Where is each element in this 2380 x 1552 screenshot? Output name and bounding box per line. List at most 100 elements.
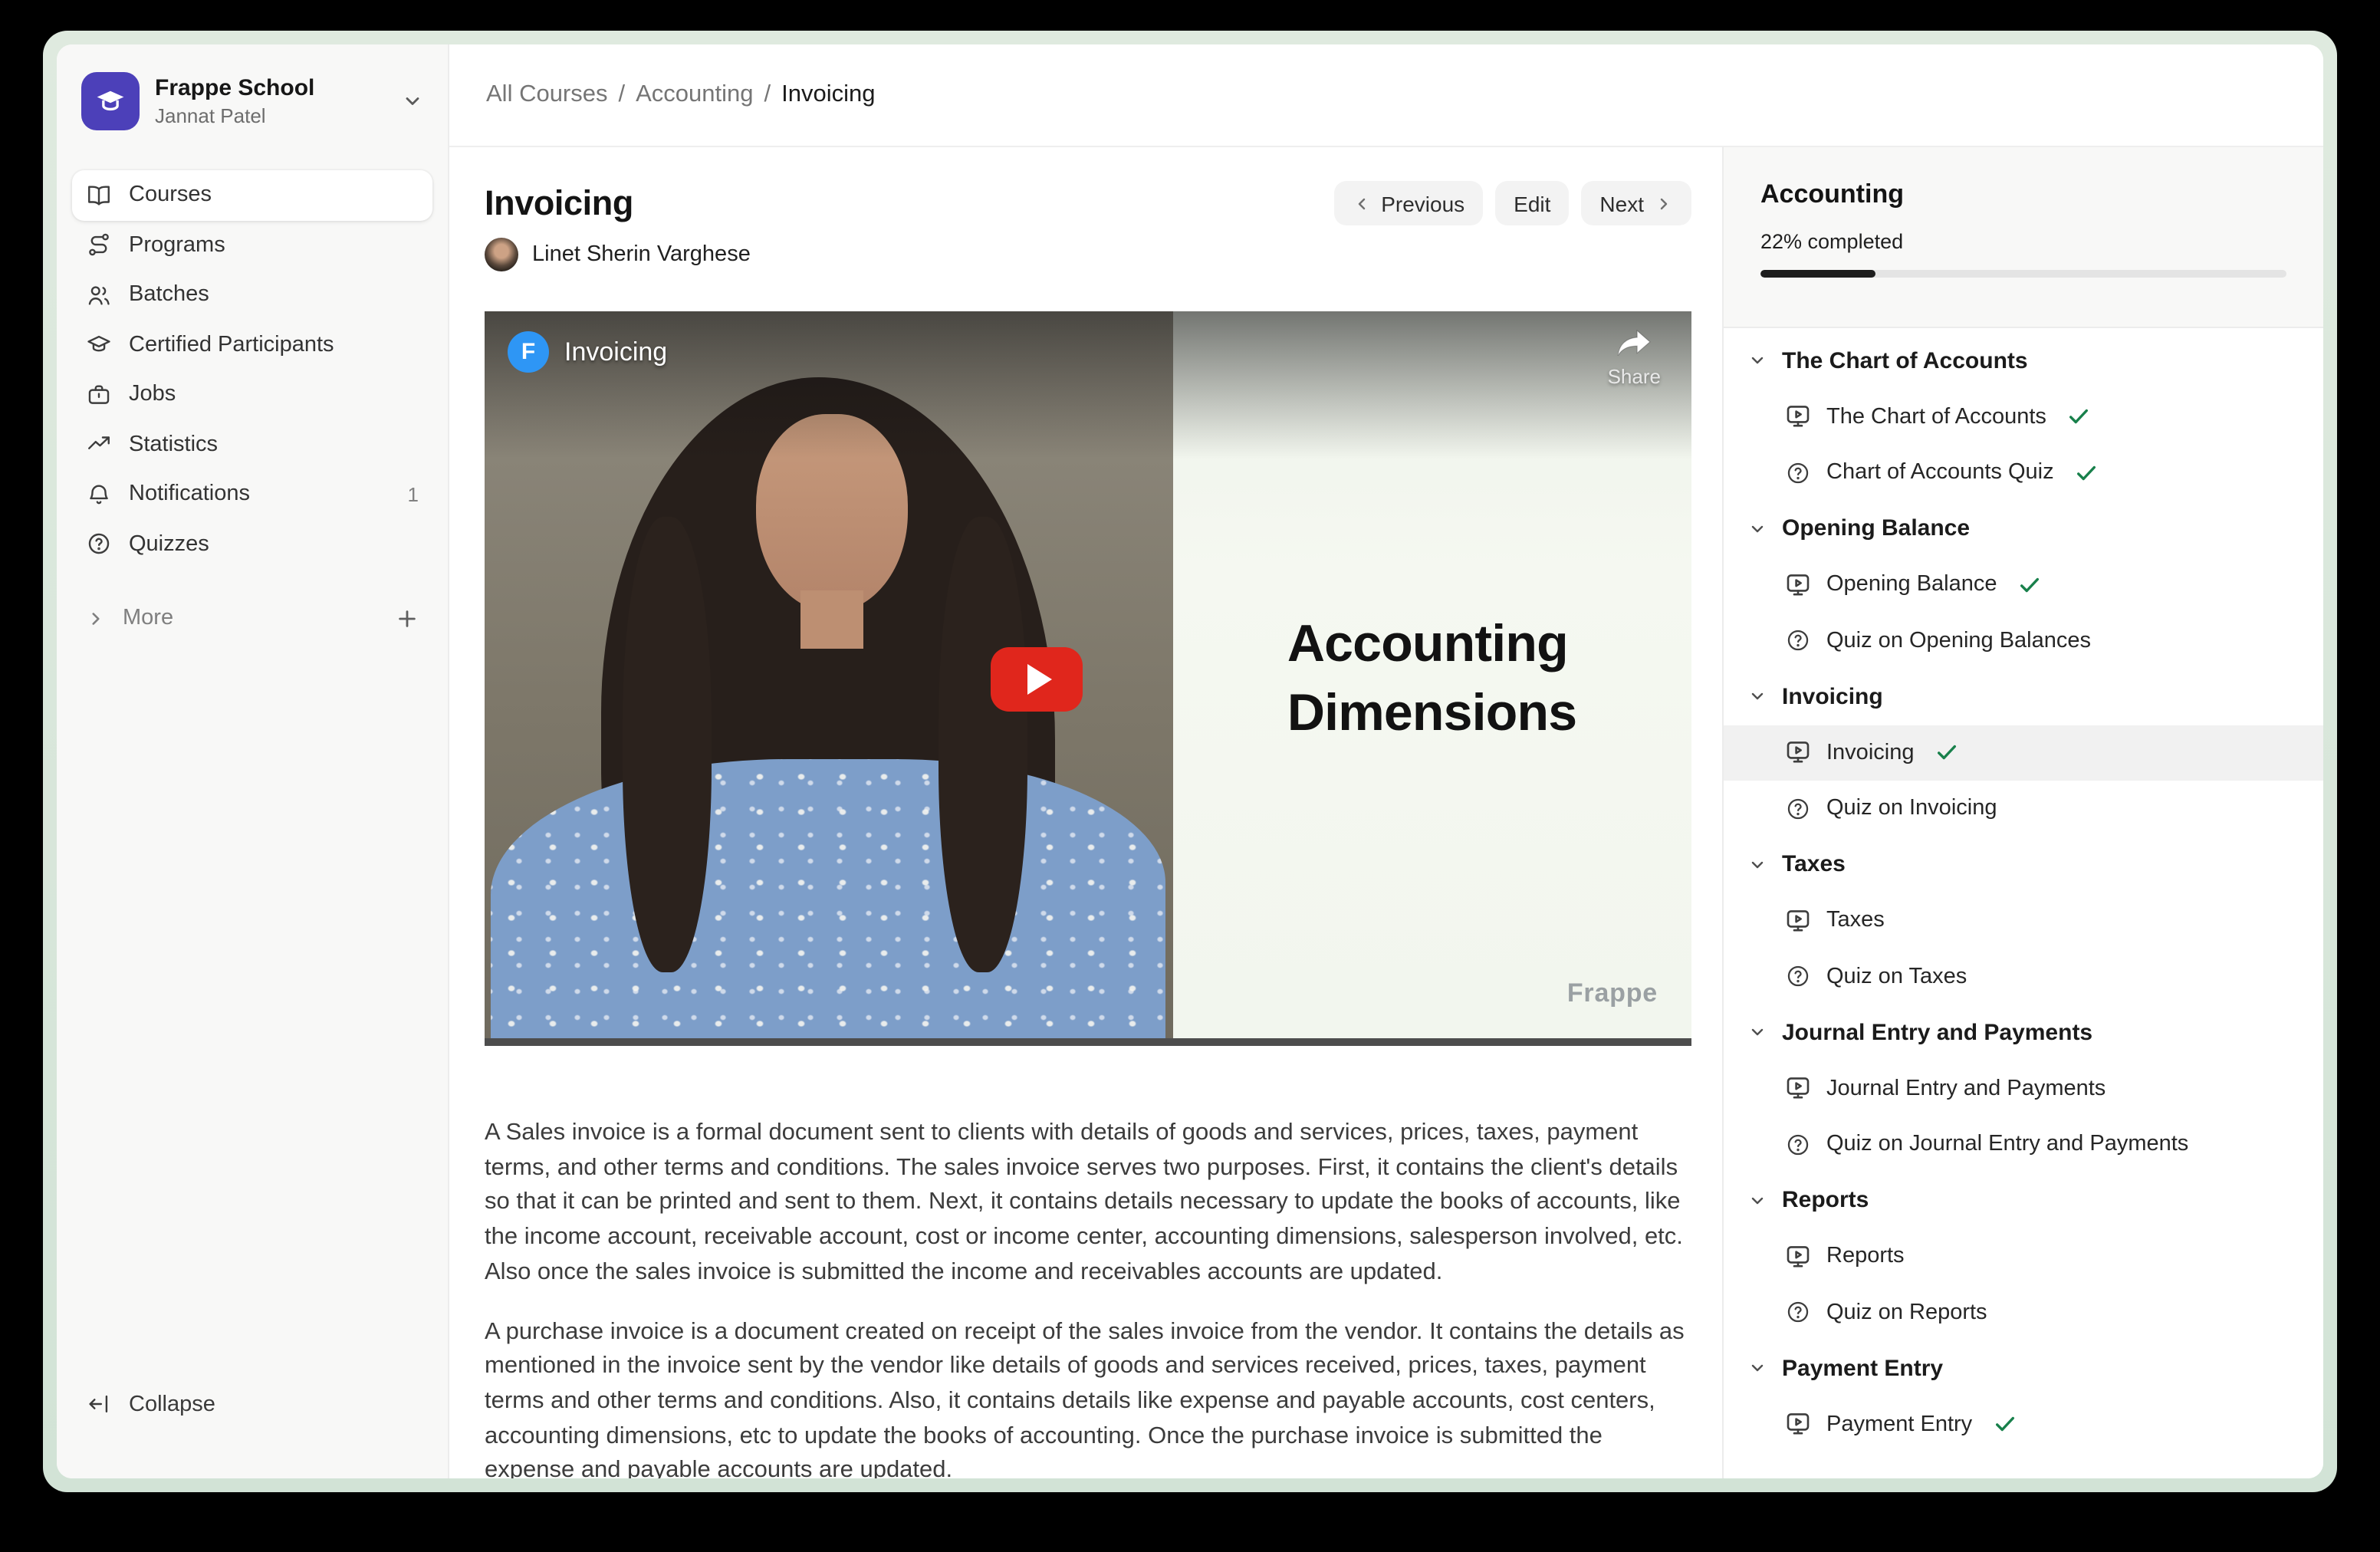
next-button[interactable]: Next xyxy=(1581,181,1691,225)
video-progress-bar[interactable] xyxy=(485,1038,1691,1046)
outline-lesson[interactable]: Quiz on Invoicing xyxy=(1724,781,2323,837)
monitor-play-icon xyxy=(1785,1244,1811,1270)
content-column: All Courses / Accounting / Invoicing Inv… xyxy=(449,44,2323,1478)
outline-section-invoicing[interactable]: Invoicing xyxy=(1724,669,2323,725)
outline-lesson[interactable]: Reports xyxy=(1724,1228,2323,1284)
collapse-left-icon xyxy=(86,1391,112,1417)
outline-lesson[interactable]: Journal Entry and Payments xyxy=(1724,1060,2323,1116)
sidebar-item-jobs[interactable]: Jobs xyxy=(72,370,432,419)
chevron-down-icon xyxy=(1748,856,1767,874)
briefcase-icon xyxy=(86,382,112,408)
lesson-paragraph-2: A purchase invoice is a document created… xyxy=(485,1315,1691,1478)
trending-up-icon xyxy=(86,432,112,458)
chevron-left-icon xyxy=(1352,194,1370,212)
outline-lesson-current[interactable]: Invoicing xyxy=(1724,725,2323,781)
channel-logo[interactable]: F xyxy=(508,331,549,373)
chevron-down-icon xyxy=(1748,520,1767,538)
monitor-play-icon xyxy=(1785,404,1811,430)
outline-lesson[interactable]: Quiz on Taxes xyxy=(1724,949,2323,1005)
graduation-cap-icon xyxy=(86,332,112,358)
breadcrumb-course[interactable]: Accounting xyxy=(636,81,753,109)
outline-lesson[interactable]: Quiz on Opening Balances xyxy=(1724,613,2323,669)
sidebar-item-quizzes[interactable]: Quizzes xyxy=(72,519,432,569)
chevron-down-icon[interactable] xyxy=(402,90,423,112)
outline-lesson[interactable]: Opening Balance xyxy=(1724,557,2323,613)
presenter-blouse xyxy=(491,759,1165,1046)
outline-lesson[interactable]: The Chart of Accounts xyxy=(1724,389,2323,445)
outline-section-chart-of-accounts[interactable]: The Chart of Accounts xyxy=(1724,333,2323,389)
quiz-icon xyxy=(1785,1300,1811,1326)
outline-lesson[interactable]: Taxes xyxy=(1724,893,2323,949)
outline-lesson[interactable]: Chart of Accounts Quiz xyxy=(1724,445,2323,501)
next-label: Next xyxy=(1599,191,1644,215)
outline-section-journal-entry[interactable]: Journal Entry and Payments xyxy=(1724,1005,2323,1060)
sidebar-more[interactable]: More xyxy=(72,594,432,643)
add-button[interactable] xyxy=(396,607,419,630)
outline-lesson[interactable]: Quiz on Reports xyxy=(1724,1284,2323,1340)
edit-label: Edit xyxy=(1514,191,1550,215)
sidebar-item-programs[interactable]: Programs xyxy=(72,220,432,270)
sidebar-item-label: Batches xyxy=(129,283,209,307)
breadcrumb-separator: / xyxy=(619,81,626,109)
sidebar-item-batches[interactable]: Batches xyxy=(72,270,432,320)
chevron-down-icon xyxy=(1748,688,1767,706)
sidebar-item-label: Programs xyxy=(129,233,225,258)
section-label: Reports xyxy=(1782,1188,1869,1214)
monitor-play-icon xyxy=(1785,1412,1811,1438)
play-icon xyxy=(1027,663,1051,694)
outline-lesson[interactable]: Quiz on Journal Entry and Payments xyxy=(1724,1116,2323,1172)
lesson-label: Journal Entry and Payments xyxy=(1826,1077,2106,1101)
lesson-label: Opening Balance xyxy=(1826,573,1997,597)
workspace-user: Jannat Patel xyxy=(155,104,314,127)
share-arrow-icon xyxy=(1615,328,1653,362)
bell-icon xyxy=(86,482,112,508)
collapse-label: Collapse xyxy=(129,1392,215,1416)
monitor-play-icon xyxy=(1785,1076,1811,1102)
lesson-main: Invoicing Previous Edit Nex xyxy=(449,147,1722,1478)
lesson-label: Invoicing xyxy=(1826,741,1914,765)
sidebar-item-statistics[interactable]: Statistics xyxy=(72,419,432,469)
users-icon xyxy=(86,282,112,308)
edit-button[interactable]: Edit xyxy=(1495,181,1569,225)
sidebar: Frappe School Jannat Patel Courses Progr xyxy=(57,44,449,1478)
slide-title-line1: Accounting xyxy=(1287,610,1576,679)
sidebar-item-label: Certified Participants xyxy=(129,333,334,357)
sidebar-item-label: Notifications xyxy=(129,482,250,507)
workspace-title: Frappe School xyxy=(155,75,314,101)
breadcrumb-separator: / xyxy=(764,81,771,109)
video-share-button[interactable]: Share xyxy=(1608,328,1661,388)
outline-section-reports[interactable]: Reports xyxy=(1724,1172,2323,1228)
outline-lesson[interactable]: Payment Entry xyxy=(1724,1396,2323,1452)
quiz-icon xyxy=(1785,796,1811,822)
lesson-label: Payment Entry xyxy=(1826,1412,1972,1437)
video-title-overlay: F Invoicing xyxy=(508,331,667,373)
lesson-paragraph-1: A Sales invoice is a formal document sen… xyxy=(485,1116,1691,1291)
video-title-link[interactable]: Invoicing xyxy=(564,337,667,367)
outline-section-payment-entry[interactable]: Payment Entry xyxy=(1724,1340,2323,1396)
outline-section-opening-balance[interactable]: Opening Balance xyxy=(1724,501,2323,557)
progress-fill xyxy=(1760,270,1876,278)
sidebar-item-certified-participants[interactable]: Certified Participants xyxy=(72,320,432,370)
lesson-label: Quiz on Taxes xyxy=(1826,965,1967,989)
author-name: Linet Sherin Varghese xyxy=(532,242,751,267)
workspace-switcher[interactable]: Frappe School Jannat Patel xyxy=(72,60,432,143)
breadcrumb-all-courses[interactable]: All Courses xyxy=(486,81,608,109)
sidebar-item-notifications[interactable]: Notifications 1 xyxy=(72,469,432,519)
presenter-hair-left xyxy=(622,517,712,972)
sidebar-item-courses[interactable]: Courses xyxy=(72,170,432,220)
page-title: Invoicing xyxy=(485,183,633,223)
progress-label: 22% completed xyxy=(1760,230,2286,253)
previous-button[interactable]: Previous xyxy=(1333,181,1483,225)
lesson-title-row: Invoicing Previous Edit Nex xyxy=(485,181,1691,225)
video-player[interactable]: Accounting Dimensions Frappe F Invoicing xyxy=(485,311,1691,1046)
presenter-neck xyxy=(801,590,863,649)
chevron-down-icon xyxy=(1748,1360,1767,1378)
outline-section-taxes[interactable]: Taxes xyxy=(1724,837,2323,893)
lesson-label: Reports xyxy=(1826,1245,1905,1269)
sidebar-collapse-button[interactable]: Collapse xyxy=(72,1379,432,1429)
sidebar-item-label: Quizzes xyxy=(129,532,209,557)
presenter-face xyxy=(756,414,907,613)
chevron-right-icon xyxy=(86,608,106,628)
sidebar-spacer xyxy=(72,643,432,1379)
play-button[interactable] xyxy=(990,646,1082,711)
